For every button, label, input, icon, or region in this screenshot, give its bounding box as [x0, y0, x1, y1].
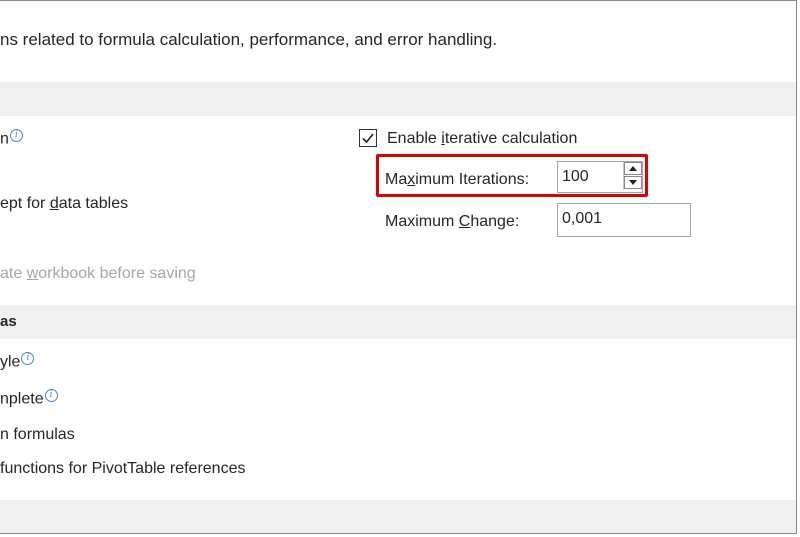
formula-autocomplete-option[interactable]: nplete i [0, 389, 58, 408]
workbook-calculation-label: ni [0, 129, 23, 148]
error-checking-band [0, 500, 796, 533]
maximum-change-label: Maximum Change: [385, 213, 520, 230]
recalculate-before-saving-option: ate workbook before saving [0, 265, 196, 282]
automatic-except-data-tables-option[interactable]: ept for data tables [0, 195, 128, 213]
use-table-names-option[interactable]: n formulas [0, 426, 75, 444]
info-icon[interactable]: i [9, 129, 23, 142]
enable-iterative-label[interactable]: Enable iterative calculation [387, 130, 577, 148]
working-with-formulas-band: as [0, 305, 796, 339]
checkmark-icon [362, 133, 374, 144]
highlight-box [376, 154, 648, 197]
calculation-options-band [0, 82, 796, 116]
formulas-band-title: as [0, 313, 17, 330]
enable-iterative-checkbox[interactable] [359, 129, 377, 147]
getpivotdata-option[interactable]: functions for PivotTable references [0, 460, 245, 478]
excel-options-panel: ns related to formula calculation, perfo… [0, 0, 797, 534]
maximum-change-input[interactable]: 0,001 [557, 203, 691, 237]
info-icon[interactable]: i [44, 389, 58, 402]
r1c1-reference-style-option[interactable]: yle i [0, 352, 35, 371]
section-description: ns related to formula calculation, perfo… [0, 30, 498, 49]
info-icon[interactable]: i [21, 352, 35, 365]
